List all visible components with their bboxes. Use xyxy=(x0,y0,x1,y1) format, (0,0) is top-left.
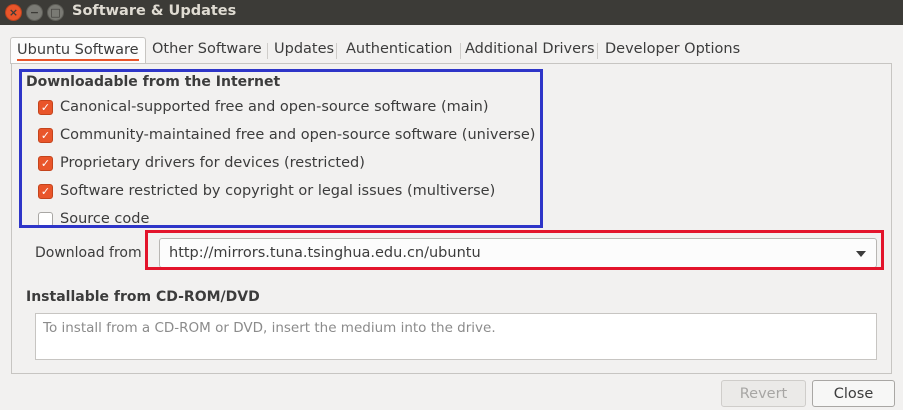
tab-authentication[interactable]: Authentication xyxy=(340,37,458,64)
tab-separator xyxy=(336,43,337,59)
tab-developer-options[interactable]: Developer Options xyxy=(599,37,746,64)
cdrom-heading: Installable from CD-ROM/DVD xyxy=(26,289,260,305)
tab-label: Additional Drivers xyxy=(465,41,595,57)
tab-separator xyxy=(597,43,598,59)
window-close-button[interactable]: × xyxy=(5,4,22,21)
window-minimize-button[interactable]: − xyxy=(26,4,43,21)
tab-label: Ubuntu Software xyxy=(17,42,139,61)
cdrom-list[interactable]: To install from a CD-ROM or DVD, insert … xyxy=(35,313,877,360)
tab-label: Developer Options xyxy=(605,41,741,57)
close-button[interactable]: Close xyxy=(812,380,895,407)
minimize-icon: − xyxy=(29,6,40,19)
close-icon: × xyxy=(8,6,19,19)
tab-updates[interactable]: Updates xyxy=(268,37,340,64)
tab-label: Updates xyxy=(274,41,335,57)
revert-button[interactable]: Revert xyxy=(721,380,806,407)
window-title: Software & Updates xyxy=(72,3,237,19)
download-from-label: Download from xyxy=(35,245,142,261)
tab-label: Other Software xyxy=(152,41,262,57)
maximize-icon: □ xyxy=(50,6,61,19)
tab-label: Authentication xyxy=(346,41,453,57)
highlight-box-red xyxy=(145,230,884,270)
tab-additional-drivers[interactable]: Additional Drivers xyxy=(459,37,601,64)
window-maximize-button[interactable]: □ xyxy=(47,4,64,21)
title-bar: × − □ Software & Updates xyxy=(0,0,903,25)
highlight-box-blue xyxy=(19,69,543,228)
cdrom-placeholder: To install from a CD-ROM or DVD, insert … xyxy=(43,320,496,336)
tab-bar: Ubuntu Software Other Software Updates A… xyxy=(10,37,892,64)
tab-ubuntu-software[interactable]: Ubuntu Software xyxy=(10,37,146,64)
tab-other-software[interactable]: Other Software xyxy=(146,37,268,64)
